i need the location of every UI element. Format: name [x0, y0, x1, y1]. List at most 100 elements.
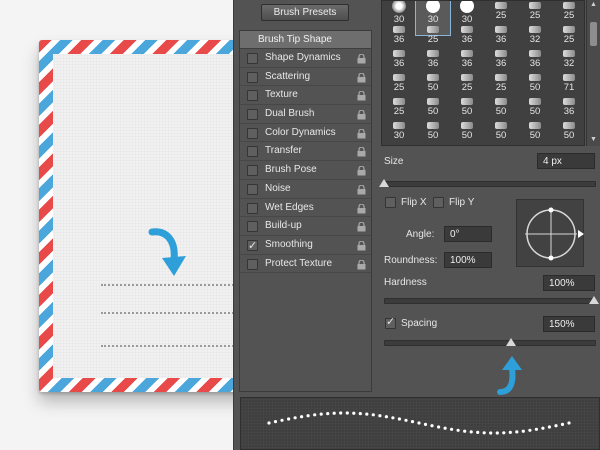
brush-preset-cell[interactable]: 50	[416, 73, 450, 97]
option-checkbox[interactable]	[247, 183, 258, 195]
brush-option-item[interactable]: Scattering	[240, 68, 371, 87]
brush-tip-thumbnail	[393, 50, 405, 57]
lock-icon[interactable]	[357, 166, 366, 176]
brush-preset-cell[interactable]: 36	[450, 49, 484, 73]
option-checkbox[interactable]	[247, 90, 258, 102]
hardness-field[interactable]	[543, 275, 595, 291]
brush-preset-cell[interactable]: 50	[450, 97, 484, 121]
flip-y-checkbox[interactable]	[433, 197, 444, 208]
scrollbar-thumb[interactable]	[590, 22, 597, 46]
lock-icon[interactable]	[357, 91, 366, 101]
brush-preset-cell[interactable]: 25	[382, 73, 416, 97]
brush-option-item[interactable]: Wet Edges	[240, 199, 371, 218]
option-checkbox[interactable]	[247, 53, 258, 64]
lock-icon[interactable]	[357, 203, 366, 214]
brush-preset-cell[interactable]: 36	[484, 25, 518, 49]
option-checkbox[interactable]	[247, 237, 258, 255]
hardness-slider-track[interactable]	[384, 298, 596, 304]
brush-option-item[interactable]: Dual Brush	[240, 105, 371, 124]
brush-preset-cell[interactable]: 36	[484, 49, 518, 73]
brush-preset-cell[interactable]: 25	[484, 1, 518, 25]
brush-option-item[interactable]: Shape Dynamics	[240, 49, 371, 68]
brush-preset-cell[interactable]: 25	[518, 1, 552, 25]
option-checkbox[interactable]	[247, 202, 258, 214]
spacing-field[interactable]	[543, 316, 595, 332]
brush-preset-cell[interactable]: 36	[382, 25, 416, 49]
option-checkbox[interactable]	[247, 146, 258, 158]
option-checkbox[interactable]	[247, 127, 258, 139]
brush-option-item[interactable]: Texture	[240, 86, 371, 106]
brush-option-item[interactable]: Build-up	[240, 217, 371, 236]
brush-tip-thumbnail	[393, 26, 405, 33]
hardness-slider-knob[interactable]	[589, 296, 599, 304]
brush-option-item[interactable]: Protect Texture	[240, 255, 371, 274]
brush-preset-cell[interactable]: 30	[382, 121, 416, 145]
chevron-up-icon[interactable]: ▲	[590, 1, 597, 8]
lock-icon[interactable]	[357, 222, 366, 232]
brush-option-item[interactable]: Noise	[240, 180, 371, 199]
brush-tip-thumbnail	[495, 74, 507, 81]
brush-preset-cell[interactable]: 50	[518, 73, 552, 97]
spacing-checkbox[interactable]	[385, 315, 396, 329]
flip-x-checkbox[interactable]	[385, 197, 396, 208]
brush-preset-cell[interactable]: 36	[518, 49, 552, 73]
brush-tip-thumbnail	[495, 122, 507, 129]
brush-option-item[interactable]: Smoothing	[240, 236, 371, 255]
stroke-dot	[430, 424, 434, 428]
angle-crosshair-widget[interactable]	[516, 199, 584, 267]
brush-preset-cell[interactable]: 36	[382, 49, 416, 73]
brush-preset-cell[interactable]: 50	[484, 121, 518, 145]
brush-preset-cell[interactable]: 30	[382, 1, 416, 25]
lock-icon[interactable]	[357, 54, 366, 64]
brush-option-item[interactable]: Transfer	[240, 142, 371, 162]
lock-icon[interactable]	[357, 147, 366, 157]
brush-presets-button[interactable]: Brush Presets	[261, 4, 349, 21]
lock-icon[interactable]	[357, 240, 366, 251]
brush-preset-cell[interactable]: 50	[518, 97, 552, 121]
brush-preset-cell[interactable]: 50	[450, 121, 484, 145]
brush-tip-shape-item[interactable]: Brush Tip Shape	[240, 31, 371, 49]
brush-option-item[interactable]: Brush Pose	[240, 161, 371, 180]
brush-preset-cell[interactable]: 25	[450, 73, 484, 97]
angle-field[interactable]	[444, 226, 492, 242]
chevron-down-icon[interactable]: ▼	[590, 136, 597, 143]
preset-grid-scrollbar[interactable]: ▲ ▼	[586, 0, 600, 146]
stroke-dot	[508, 430, 512, 434]
brush-preset-cell[interactable]: 50	[552, 121, 584, 145]
size-field[interactable]	[537, 153, 595, 169]
brush-preset-cell[interactable]: 50	[518, 121, 552, 145]
brush-preset-cell[interactable]: 36	[450, 25, 484, 49]
lock-icon[interactable]	[357, 259, 366, 270]
lock-icon[interactable]	[357, 110, 366, 120]
brush-preset-cell[interactable]: 32	[518, 25, 552, 49]
brush-preset-cell[interactable]: 71	[552, 73, 584, 97]
brush-option-item[interactable]: Color Dynamics	[240, 124, 371, 143]
option-checkbox[interactable]	[247, 221, 258, 233]
lock-icon[interactable]	[357, 72, 366, 83]
option-checkbox[interactable]	[247, 258, 258, 270]
brush-preset-cell[interactable]: 25	[416, 25, 450, 49]
lock-icon[interactable]	[357, 128, 366, 139]
option-checkbox[interactable]	[247, 71, 258, 83]
brush-preset-cell[interactable]: 50	[484, 97, 518, 121]
brush-preset-cell[interactable]: 36	[416, 49, 450, 73]
lock-icon[interactable]	[357, 184, 366, 195]
roundness-field[interactable]	[444, 252, 492, 268]
brush-preset-cell[interactable]: 25	[552, 1, 584, 25]
option-checkbox[interactable]	[247, 109, 258, 121]
brush-preset-cell[interactable]: 50	[416, 121, 450, 145]
spacing-slider-knob[interactable]	[506, 338, 517, 346]
size-slider-track[interactable]	[384, 181, 596, 187]
brush-preset-cell[interactable]: 32	[552, 49, 584, 73]
brush-preset-cell[interactable]: 30	[450, 1, 484, 25]
option-checkbox[interactable]	[247, 165, 258, 177]
spacing-slider-track[interactable]	[384, 340, 596, 346]
stroke-dot	[463, 429, 467, 433]
brush-preset-cell[interactable]: 50	[416, 97, 450, 121]
brush-preset-cell[interactable]: 36	[552, 97, 584, 121]
brush-preset-cell[interactable]: 25	[552, 25, 584, 49]
brush-preset-cell[interactable]: 25	[382, 97, 416, 121]
brush-preset-cell[interactable]: 25	[484, 73, 518, 97]
size-slider-knob[interactable]	[379, 179, 389, 187]
brush-tip-thumbnail	[461, 74, 473, 81]
